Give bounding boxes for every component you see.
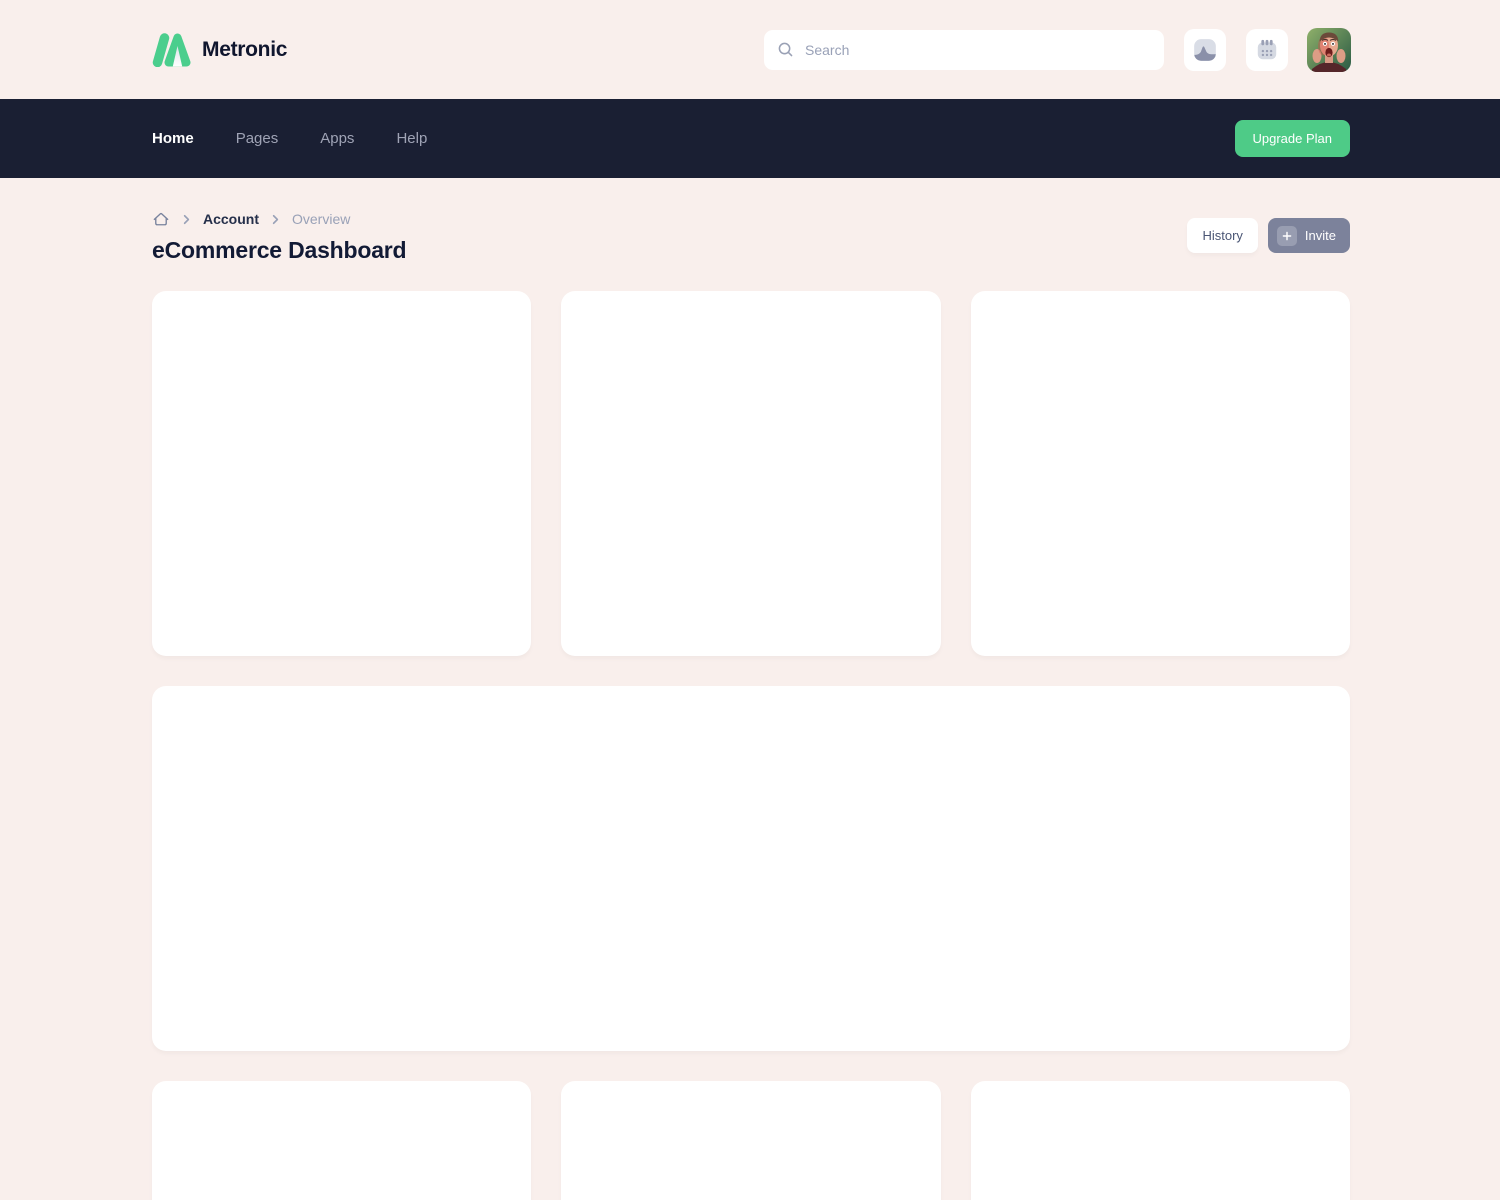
- chevron-right-icon: [179, 212, 194, 227]
- metronic-logo-icon: [152, 33, 192, 67]
- dashboard-grid: [152, 291, 1350, 1200]
- history-button[interactable]: History: [1187, 218, 1257, 253]
- user-avatar[interactable]: [1307, 28, 1351, 72]
- breadcrumb-item-overview: Overview: [292, 211, 350, 227]
- calendar-button[interactable]: [1246, 29, 1288, 71]
- card-placeholder: [561, 291, 940, 656]
- main-navbar: Home Pages Apps Help Upgrade Plan: [0, 99, 1500, 178]
- page-content: Account Overview eCommerce Dashboard His…: [0, 178, 1500, 1200]
- search-box[interactable]: [764, 30, 1164, 70]
- card-placeholder: [561, 1081, 940, 1200]
- invite-button[interactable]: Invite: [1268, 218, 1350, 253]
- nav-item-apps[interactable]: Apps: [320, 130, 354, 147]
- card-placeholder: [152, 291, 531, 656]
- search-icon: [776, 40, 795, 59]
- plus-icon: [1277, 226, 1297, 246]
- card-placeholder-wide: [152, 686, 1350, 1051]
- chart-widget-icon: [1192, 37, 1218, 63]
- page-head-actions: History Invite: [1187, 218, 1350, 253]
- page-head-left: Account Overview eCommerce Dashboard: [152, 207, 406, 264]
- card-placeholder: [152, 1081, 531, 1200]
- nav-item-pages[interactable]: Pages: [236, 130, 279, 147]
- chevron-right-icon: [268, 212, 283, 227]
- upgrade-plan-button[interactable]: Upgrade Plan: [1235, 120, 1351, 157]
- home-icon[interactable]: [152, 210, 170, 228]
- page-title: eCommerce Dashboard: [152, 237, 406, 264]
- nav-item-help[interactable]: Help: [396, 130, 427, 147]
- card-placeholder: [971, 291, 1350, 656]
- brand-logo[interactable]: Metronic: [152, 33, 287, 67]
- breadcrumb: Account Overview: [152, 207, 406, 231]
- top-header: Metronic: [0, 0, 1500, 99]
- card-placeholder: [971, 1081, 1350, 1200]
- page-head: Account Overview eCommerce Dashboard His…: [152, 207, 1350, 264]
- search-input[interactable]: [805, 42, 1152, 58]
- breadcrumb-item-account[interactable]: Account: [203, 211, 259, 227]
- invite-button-label: Invite: [1305, 228, 1336, 243]
- chart-widget-button[interactable]: [1184, 29, 1226, 71]
- calendar-icon: [1254, 37, 1280, 63]
- nav-item-home[interactable]: Home: [152, 130, 194, 147]
- brand-name: Metronic: [202, 38, 287, 62]
- nav-menu: Home Pages Apps Help: [152, 130, 427, 147]
- avatar-image: [1307, 28, 1351, 72]
